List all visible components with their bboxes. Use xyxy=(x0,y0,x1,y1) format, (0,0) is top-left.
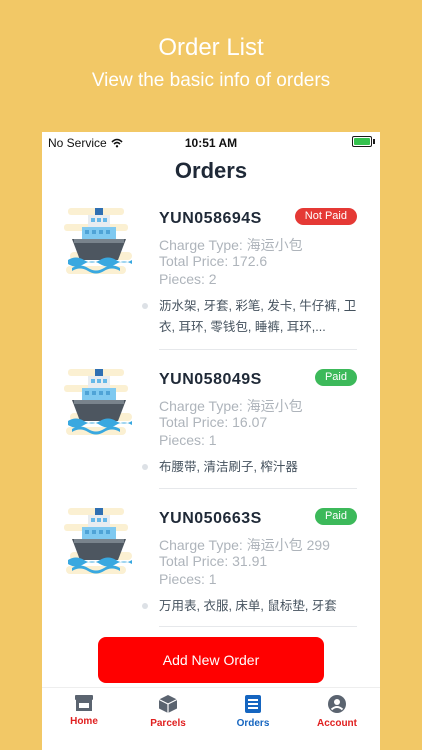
tab-parcels[interactable]: Parcels xyxy=(126,694,210,729)
pieces-count: Pieces: 1 xyxy=(159,432,217,448)
tab-bar: Home Parcels Orders Account xyxy=(42,687,380,750)
clock: 10:51 AM xyxy=(184,136,238,150)
page-title: Orders xyxy=(174,158,248,183)
items-text: 万用表, 衣服, 床单, 鼠标垫, 牙套 xyxy=(159,599,337,613)
promo-subtitle: View the basic info of orders xyxy=(91,70,331,91)
tab-orders[interactable]: Orders xyxy=(211,694,295,729)
user-icon xyxy=(328,695,346,713)
status-badge: Paid xyxy=(314,369,357,386)
order-number: YUN058694S xyxy=(159,210,262,227)
phone-screen: No Service 10:51 AM Orders YUN058694S No… xyxy=(42,132,380,750)
bullet-dot xyxy=(142,603,148,609)
box-icon xyxy=(158,695,178,713)
divider xyxy=(159,488,357,489)
tab-label: Parcels xyxy=(150,718,186,729)
tab-label: Account xyxy=(317,718,357,729)
tab-account[interactable]: Account xyxy=(295,694,379,729)
ship-icon xyxy=(64,208,132,274)
items-list: 万用表, 衣服, 床单, 鼠标垫, 牙套 xyxy=(142,596,359,617)
charge-type: Charge Type: 海运小包 299 xyxy=(159,537,330,553)
order-card[interactable]: YUN050663S Paid Charge Type: 海运小包 299 To… xyxy=(42,502,380,642)
items-text: 布腰带, 清洁刷子, 榨汁器 xyxy=(159,460,298,474)
pieces-count: Pieces: 1 xyxy=(159,571,217,587)
charge-type: Charge Type: 海运小包 xyxy=(159,398,303,414)
tab-label: Orders xyxy=(236,718,270,729)
promo-title: Order List xyxy=(158,34,264,61)
items-list: 布腰带, 清洁刷子, 榨汁器 xyxy=(142,457,359,478)
status-bar: No Service 10:51 AM xyxy=(42,132,380,152)
tab-label: Home xyxy=(70,716,98,727)
ship-icon xyxy=(64,369,132,435)
pieces-count: Pieces: 2 xyxy=(159,271,217,287)
total-price: Total Price: 16.07 xyxy=(159,414,268,430)
total-price: Total Price: 172.6 xyxy=(159,253,268,269)
bullet-dot xyxy=(142,303,148,309)
divider xyxy=(159,349,357,350)
list-icon xyxy=(245,695,261,713)
order-number: YUN050663S xyxy=(159,510,262,527)
tab-home[interactable]: Home xyxy=(42,694,126,727)
battery-charging-icon xyxy=(352,136,375,147)
items-list: 沥水架, 牙套, 彩笔, 发卡, 牛仔裤, 卫衣, 耳环, 零钱包, 睡裤, 耳… xyxy=(142,296,359,338)
charge-type: Charge Type: 海运小包 xyxy=(159,237,303,253)
add-new-order-button[interactable]: Add New Order xyxy=(98,637,324,683)
total-price: Total Price: 31.91 xyxy=(159,553,268,569)
ship-icon xyxy=(64,508,132,574)
store-icon xyxy=(75,695,93,711)
order-number: YUN058049S xyxy=(159,371,262,388)
bullet-dot xyxy=(142,464,148,470)
status-badge: Not Paid xyxy=(294,208,357,225)
divider xyxy=(159,626,357,627)
order-card[interactable]: YUN058694S Not Paid Charge Type: 海运小包 To… xyxy=(42,202,380,342)
status-badge: Paid xyxy=(314,508,357,525)
items-text: 沥水架, 牙套, 彩笔, 发卡, 牛仔裤, 卫衣, 耳环, 零钱包, 睡裤, 耳… xyxy=(159,299,357,334)
order-card[interactable]: YUN058049S Paid Charge Type: 海运小包 Total … xyxy=(42,363,380,503)
